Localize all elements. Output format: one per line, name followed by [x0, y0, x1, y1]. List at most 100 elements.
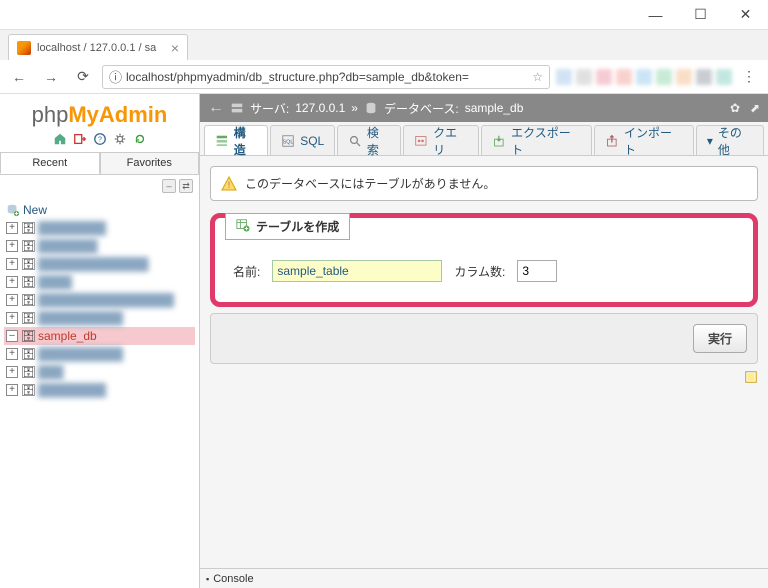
link-icon[interactable]: ⇄ [179, 179, 193, 193]
window-close-button[interactable]: ✕ [723, 0, 768, 30]
tree-new[interactable]: New [4, 201, 195, 219]
forward-button[interactable]: → [38, 64, 64, 90]
menu-icon[interactable]: ⋮ [736, 64, 762, 90]
columns-count-input[interactable] [517, 260, 557, 282]
extension-icons: ⋮ [556, 64, 762, 90]
tab-export-label: エクスポート [511, 124, 581, 158]
window-maximize-button[interactable]: ☐ [678, 0, 723, 30]
tree-db-sample-db[interactable]: –🗄sample_db [4, 327, 195, 345]
tree-db-item[interactable]: +🗄███████ [4, 237, 195, 255]
svg-text:!: ! [228, 180, 231, 190]
extension-icon[interactable] [656, 69, 672, 85]
sidebar-tab-recent[interactable]: Recent [0, 152, 100, 174]
sidebar-tab-favorites[interactable]: Favorites [100, 152, 200, 174]
console-toggle-icon[interactable]: ▪ [206, 574, 209, 584]
page-settings-icon[interactable]: ✿ [728, 101, 742, 115]
tree-db-item[interactable]: +🗄██████████ [4, 345, 195, 363]
expand-icon[interactable]: + [6, 222, 18, 234]
docs-icon[interactable]: ? [93, 132, 107, 146]
breadcrumb-server-label: サーバ: [250, 100, 289, 117]
window-titlebar: ― ☐ ✕ [0, 0, 768, 30]
tree-db-item[interactable]: +🗄████████████████ [4, 291, 195, 309]
tab-structure[interactable]: 構造 [204, 125, 268, 155]
extension-icon[interactable] [696, 69, 712, 85]
home-icon[interactable] [53, 132, 67, 146]
browser-tab-title: localhost / 127.0.0.1 / sa [37, 42, 156, 54]
db-icon: 🗄 [21, 365, 35, 379]
tab-search[interactable]: 検索 [337, 125, 401, 155]
tab-close-icon[interactable]: × [171, 40, 179, 56]
tree-db-item[interactable]: +🗄████ [4, 273, 195, 291]
expand-icon[interactable]: + [6, 258, 18, 270]
create-table-legend-text: テーブルを作成 [256, 218, 339, 235]
expand-icon[interactable]: + [6, 348, 18, 360]
site-info-icon[interactable]: ⓘ [109, 67, 122, 86]
extension-icon[interactable] [716, 69, 732, 85]
console-bar[interactable]: ▪ Console [200, 568, 768, 588]
svg-text:SQL: SQL [283, 139, 294, 145]
expand-icon[interactable]: + [6, 276, 18, 288]
svg-text:?: ? [98, 137, 102, 144]
phpmyadmin-logo: phpMyAdmin [0, 94, 199, 132]
db-icon: 🗄 [21, 311, 35, 325]
expand-icon[interactable]: + [6, 294, 18, 306]
table-add-icon [236, 218, 250, 235]
db-icon: 🗄 [21, 257, 35, 271]
address-bar: ← → ⟳ ⓘ localhost/phpmyadmin/db_structur… [0, 60, 768, 94]
expand-icon[interactable]: + [6, 384, 18, 396]
extension-icon[interactable] [596, 69, 612, 85]
tab-import[interactable]: インポート [594, 125, 694, 155]
tree-db-item[interactable]: +🗄██████████ [4, 309, 195, 327]
page-help-icon[interactable]: ⬈ [748, 101, 762, 115]
tree-db-item[interactable]: +🗄████████ [4, 381, 195, 399]
tab-sql[interactable]: SQL SQL [270, 125, 335, 155]
bookmark-panel-icon[interactable] [744, 373, 758, 387]
reload-button[interactable]: ⟳ [70, 64, 96, 90]
url-field[interactable]: ⓘ localhost/phpmyadmin/db_structure.php?… [102, 65, 550, 89]
create-table-block: テーブルを作成 名前: カラム数: [210, 213, 758, 307]
breadcrumb: ← サーバ: 127.0.0.1 » データベース: sample_db ✿ ⬈ [200, 94, 768, 122]
extension-icon[interactable] [616, 69, 632, 85]
logout-icon[interactable] [73, 132, 87, 146]
collapse-all-icon[interactable]: – [162, 179, 176, 193]
db-icon: 🗄 [21, 347, 35, 361]
expand-icon[interactable]: + [6, 366, 18, 378]
tree-db-item[interactable]: +🗄███ [4, 363, 195, 381]
execute-button[interactable]: 実行 [693, 324, 747, 353]
tab-sql-label: SQL [300, 134, 324, 148]
settings-icon[interactable] [113, 132, 127, 146]
tree-db-item[interactable]: +🗄█████████████ [4, 255, 195, 273]
table-name-input[interactable] [272, 260, 442, 282]
tree-label-sample-db: sample_db [38, 329, 97, 343]
extension-icon[interactable] [576, 69, 592, 85]
extension-icon[interactable] [676, 69, 692, 85]
back-button[interactable]: ← [6, 64, 32, 90]
chevron-down-icon: ▾ [707, 134, 713, 148]
breadcrumb-back-icon[interactable]: ← [208, 99, 224, 117]
window-minimize-button[interactable]: ― [633, 0, 678, 30]
db-icon: 🗄 [21, 221, 35, 235]
tree-db-item[interactable]: +🗄████████ [4, 219, 195, 237]
extension-icon[interactable] [556, 69, 572, 85]
tab-structure-label: 構造 [234, 124, 258, 158]
db-icon: 🗄 [21, 383, 35, 397]
new-db-icon [6, 203, 20, 217]
collapse-icon[interactable]: – [6, 330, 18, 342]
reload-nav-icon[interactable] [133, 132, 147, 146]
warning-icon: ! [221, 176, 237, 192]
expand-icon[interactable]: + [6, 240, 18, 252]
main-panel: ← サーバ: 127.0.0.1 » データベース: sample_db ✿ ⬈… [200, 94, 768, 588]
db-icon: 🗄 [21, 293, 35, 307]
tab-export[interactable]: エクスポート [481, 125, 592, 155]
expand-icon[interactable]: + [6, 312, 18, 324]
breadcrumb-db-label: データベース: [384, 100, 459, 117]
tab-more[interactable]: ▾ その他 [696, 125, 764, 155]
db-icon: 🗄 [21, 275, 35, 289]
browser-tab[interactable]: localhost / 127.0.0.1 / sa × [8, 34, 188, 60]
breadcrumb-server-value[interactable]: 127.0.0.1 [295, 101, 345, 115]
tab-query[interactable]: クエリ [403, 125, 479, 155]
console-label: Console [213, 573, 253, 585]
extension-icon[interactable] [636, 69, 652, 85]
bookmark-star-icon[interactable]: ☆ [532, 70, 543, 84]
breadcrumb-db-value[interactable]: sample_db [465, 101, 524, 115]
